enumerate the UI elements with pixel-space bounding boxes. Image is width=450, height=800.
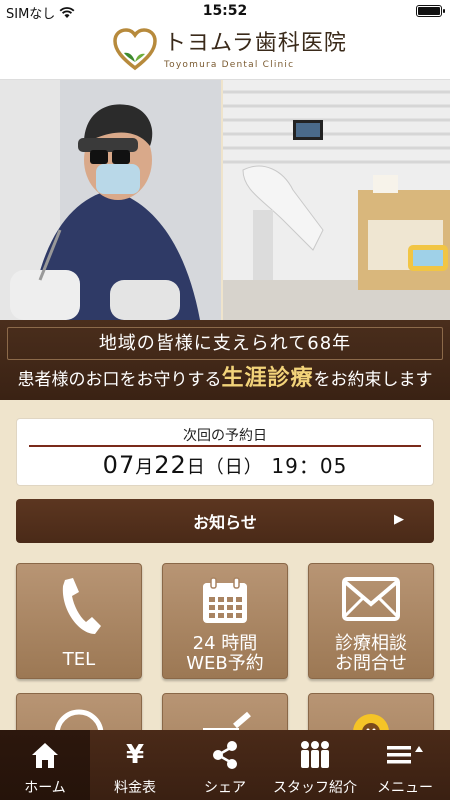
chevron-right-icon: ▶ bbox=[394, 512, 404, 527]
tab-home-label: ホーム bbox=[24, 780, 66, 796]
clinic-name-jp: トヨムラ歯科医院 bbox=[164, 31, 347, 56]
bottom-tab-bar: ホーム ¥ 料金表 シェア スタッフ紹介 メニュー bbox=[0, 730, 450, 800]
news-button[interactable]: お知らせ ▶ bbox=[16, 499, 434, 543]
dentist-illustration bbox=[0, 80, 222, 320]
home-icon bbox=[32, 743, 58, 768]
app-header: トヨムラ歯科医院 Toyomura Dental Clinic bbox=[0, 22, 450, 80]
clinic-name-en: Toyomura Dental Clinic bbox=[164, 60, 295, 70]
tab-menu[interactable]: メニュー bbox=[360, 730, 450, 800]
tab-share-label: シェア bbox=[204, 780, 246, 796]
staff-icon bbox=[301, 741, 329, 768]
calendar-icon bbox=[203, 577, 247, 623]
appointment-month: 07 bbox=[102, 451, 136, 479]
consultation-label-line1: 診療相談 bbox=[335, 633, 407, 654]
tab-menu-label: メニュー bbox=[377, 780, 433, 796]
tab-home[interactable]: ホーム bbox=[0, 730, 90, 800]
web-reservation-label-line1: 24 時間 bbox=[192, 633, 258, 654]
heart-logo-icon bbox=[113, 28, 157, 71]
appointment-weekday: （日） bbox=[205, 457, 263, 478]
battery-icon bbox=[416, 5, 445, 17]
appointment-divider bbox=[29, 445, 421, 447]
hero-banner bbox=[0, 80, 450, 320]
slogan-line1: 地域の皆様に支えられて68年 bbox=[7, 327, 443, 360]
appointment-day: 22 bbox=[154, 451, 187, 479]
slogan-banner: 地域の皆様に支えられて68年 患者様のお口をお守りする生涯診療をお約束します bbox=[0, 320, 450, 400]
tel-label: TEL bbox=[62, 649, 96, 670]
slogan-line2: 患者様のお口をお守りする生涯診療をお約束します bbox=[0, 366, 450, 393]
yen-icon: ¥ bbox=[125, 740, 145, 770]
appointment-datetime: 07月22日（日） 19：05 bbox=[17, 450, 433, 479]
appointment-time: 19：05 bbox=[271, 454, 348, 478]
consultation-tile[interactable]: 診療相談 お問合せ bbox=[308, 563, 434, 679]
status-bar: SIMなし 15:52 bbox=[0, 0, 450, 22]
treatment-room-photo bbox=[223, 80, 450, 320]
menu-icon bbox=[387, 746, 423, 764]
appointment-day-unit: 日 bbox=[186, 457, 206, 478]
slogan-line2-after: をお約束します bbox=[313, 370, 433, 390]
web-reservation-tile[interactable]: 24 時間 WEB予約 bbox=[162, 563, 288, 679]
phone-icon bbox=[62, 578, 101, 634]
tab-price-list[interactable]: ¥ 料金表 bbox=[90, 730, 180, 800]
slogan-highlight: 生涯診療 bbox=[221, 366, 314, 391]
appointment-label: 次回の予約日 bbox=[183, 428, 267, 444]
consultation-label-line2: お問合せ bbox=[335, 653, 407, 674]
treatment-room-illustration bbox=[223, 80, 450, 320]
dentist-photo bbox=[0, 80, 222, 320]
status-time: 15:52 bbox=[202, 3, 248, 19]
share-icon bbox=[213, 741, 237, 769]
tab-price-list-label: 料金表 bbox=[114, 780, 156, 796]
tab-staff[interactable]: スタッフ紹介 bbox=[270, 730, 360, 800]
tab-share[interactable]: シェア bbox=[180, 730, 270, 800]
tel-tile[interactable]: TEL bbox=[16, 563, 142, 679]
next-appointment-card[interactable]: 次回の予約日 07月22日（日） 19：05 bbox=[16, 418, 434, 486]
tab-staff-label: スタッフ紹介 bbox=[273, 780, 357, 796]
mail-icon bbox=[342, 577, 400, 621]
clinic-logo[interactable]: トヨムラ歯科医院 Toyomura Dental Clinic bbox=[112, 28, 347, 72]
appointment-month-unit: 月 bbox=[135, 457, 155, 478]
web-reservation-label-line2: WEB予約 bbox=[186, 653, 264, 674]
slogan-line2-before: 患者様のお口をお守りする bbox=[17, 370, 222, 390]
news-label: お知らせ bbox=[193, 513, 257, 532]
